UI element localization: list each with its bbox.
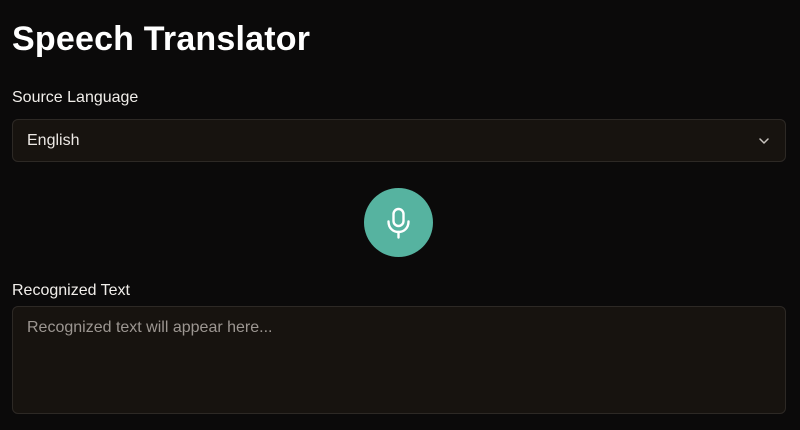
source-language-label: Source Language bbox=[12, 89, 139, 106]
recognized-text-area[interactable] bbox=[12, 306, 786, 414]
chevron-down-icon bbox=[759, 138, 769, 144]
recognized-text-label: Recognized Text bbox=[12, 282, 130, 299]
microphone-button[interactable] bbox=[364, 188, 433, 257]
microphone-icon bbox=[387, 207, 410, 239]
source-language-select[interactable]: English bbox=[12, 119, 786, 162]
source-language-value: English bbox=[27, 132, 80, 149]
speech-translator-app: Speech Translator Source Language Englis… bbox=[12, 0, 786, 430]
page-title: Speech Translator bbox=[12, 20, 311, 58]
